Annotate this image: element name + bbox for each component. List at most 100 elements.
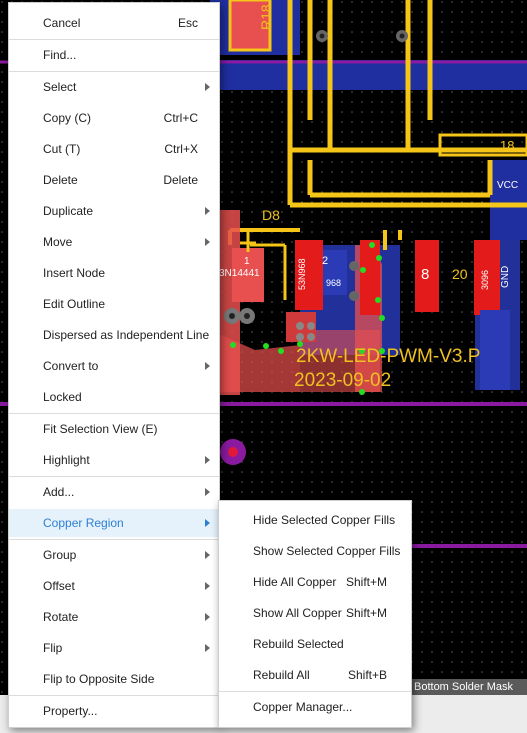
menu-item-add[interactable]: Add... [9, 478, 219, 506]
menu-separator [9, 476, 219, 477]
menu-item-duplicate[interactable]: Duplicate [9, 197, 219, 225]
menu-item-delete[interactable]: Delete Delete [9, 166, 219, 194]
menu-item-label: Highlight [43, 453, 90, 467]
menu-item-label: Cancel [43, 16, 81, 30]
submenu-item-rebuild-all[interactable]: Rebuild All Shift+B [219, 661, 411, 689]
menu-item-label: Duplicate [43, 204, 94, 218]
menu-item-find[interactable]: Find... [9, 41, 219, 69]
menu-item-move[interactable]: Move [9, 228, 219, 256]
submenu-item-copper-manager[interactable]: Copper Manager... [219, 693, 411, 721]
submenu-arrow-icon [205, 238, 210, 246]
submenu-item-hide-all-copper[interactable]: Hide All Copper Shift+M [219, 568, 411, 596]
submenu-arrow-icon [205, 83, 210, 91]
menu-item-property[interactable]: Property... [9, 697, 219, 725]
silk-designator-d8: D8 [262, 207, 280, 223]
submenu-item-hide-selected-fills[interactable]: Hide Selected Copper Fills [219, 506, 411, 534]
silk-pad-2: 2 [322, 255, 329, 267]
menu-item-edit-outline[interactable]: Edit Outline [9, 290, 219, 318]
menu-item-label: Group [43, 548, 77, 562]
menu-item-label: Dispersed as Independent Line [43, 328, 210, 342]
menu-item-label: Rotate [43, 610, 79, 624]
menu-item-label: Find... [43, 48, 77, 62]
submenu-arrow-icon [205, 613, 210, 621]
menu-separator [219, 691, 411, 692]
menu-item-label: Copper Region [43, 516, 124, 530]
menu-item-label: Show All Copper [253, 606, 342, 620]
silk-board-date: 2023-09-02 [294, 370, 392, 391]
menu-item-label: Hide Selected Copper Fills [253, 513, 396, 527]
menu-item-label: Hide All Copper [253, 575, 337, 589]
menu-item-group[interactable]: Group [9, 541, 219, 569]
copper-region-submenu: Hide Selected Copper Fills Show Selected… [218, 500, 412, 728]
menu-item-shortcut: Delete [163, 173, 198, 187]
menu-item-cancel[interactable]: Cancel Esc [9, 9, 219, 37]
menu-item-label: Insert Node [43, 266, 106, 280]
submenu-item-show-selected-fills[interactable]: Show Selected Copper Fills [219, 537, 411, 565]
menu-item-label: Convert to [43, 359, 99, 373]
menu-item-label: Edit Outline [43, 297, 106, 311]
silk-pad-8: 8 [421, 266, 430, 283]
menu-separator [9, 695, 219, 696]
silk-net-vcc: VCC [497, 180, 519, 191]
menu-item-shortcut: Shift+M [346, 575, 388, 589]
submenu-item-show-all-copper[interactable]: Show All Copper Shift+M [219, 599, 411, 627]
submenu-arrow-icon [205, 456, 210, 464]
menu-item-label: Copper Manager... [253, 700, 353, 714]
menu-item-locked[interactable]: Locked [9, 383, 219, 411]
menu-item-label: Copy (C) [43, 111, 92, 125]
submenu-item-rebuild-selected[interactable]: Rebuild Selected [219, 630, 411, 658]
menu-item-flip[interactable]: Flip [9, 634, 219, 662]
menu-separator [9, 539, 219, 540]
menu-item-dispersed[interactable]: Dispersed as Independent Line [9, 321, 219, 349]
menu-separator [9, 71, 219, 72]
menu-item-label: Rebuild All [253, 668, 310, 682]
menu-separator [9, 413, 219, 414]
silk-designator-r18: R18 [258, 4, 274, 30]
silk-part-968: 968 [326, 278, 342, 288]
silk-part-3096: 3096 [480, 269, 490, 290]
menu-item-label: Property... [43, 704, 98, 718]
menu-item-fit-selection[interactable]: Fit Selection View (E) [9, 415, 219, 443]
submenu-arrow-icon [205, 644, 210, 652]
silk-net-gnd: GND [500, 265, 511, 288]
menu-item-shortcut: Esc [177, 16, 198, 30]
submenu-arrow-icon [205, 488, 210, 496]
menu-item-label: Offset [43, 579, 75, 593]
submenu-arrow-icon [205, 519, 210, 527]
silk-pad-1: 1 [244, 256, 250, 267]
menu-item-flip-opposite[interactable]: Flip to Opposite Side [9, 665, 219, 693]
menu-item-label: Delete [43, 173, 78, 187]
silk-designator-20: 20 [452, 266, 468, 282]
silk-board-name: 2KW-LED-PWM-V3.P [296, 346, 481, 367]
menu-item-shortcut: Ctrl+X [164, 142, 198, 156]
active-layer-status: Bottom Solder Mask [412, 679, 527, 695]
menu-item-insert-node[interactable]: Insert Node [9, 259, 219, 287]
menu-item-label: Locked [43, 390, 82, 404]
menu-item-copper-region[interactable]: Copper Region [9, 509, 219, 537]
menu-item-label: Show Selected Copper Fills [253, 544, 401, 558]
menu-item-shortcut: Shift+M [346, 606, 388, 620]
silk-part-3n14441: 3N14441 [219, 268, 260, 279]
context-menu: Cancel Esc Find... Select Copy (C) Ctrl+… [8, 2, 220, 728]
menu-item-label: Move [43, 235, 73, 249]
menu-item-copy[interactable]: Copy (C) Ctrl+C [9, 104, 219, 132]
menu-item-shortcut: Ctrl+C [163, 111, 198, 125]
submenu-arrow-icon [205, 582, 210, 590]
menu-item-label: Select [43, 80, 77, 94]
menu-item-select[interactable]: Select [9, 73, 219, 101]
submenu-arrow-icon [205, 207, 210, 215]
menu-item-cut[interactable]: Cut (T) Ctrl+X [9, 135, 219, 163]
silk-designator-18: 18 [500, 138, 515, 153]
menu-item-shortcut: Shift+B [348, 668, 388, 682]
menu-item-label: Flip [43, 641, 63, 655]
menu-item-label: Fit Selection View (E) [43, 422, 158, 436]
submenu-arrow-icon [205, 362, 210, 370]
menu-item-convert-to[interactable]: Convert to [9, 352, 219, 380]
menu-item-rotate[interactable]: Rotate [9, 603, 219, 631]
menu-item-offset[interactable]: Offset [9, 572, 219, 600]
menu-item-label: Add... [43, 485, 75, 499]
menu-separator [9, 39, 219, 40]
silk-part-53n968: 53N968 [297, 258, 307, 290]
menu-item-highlight[interactable]: Highlight [9, 446, 219, 474]
submenu-arrow-icon [205, 551, 210, 559]
